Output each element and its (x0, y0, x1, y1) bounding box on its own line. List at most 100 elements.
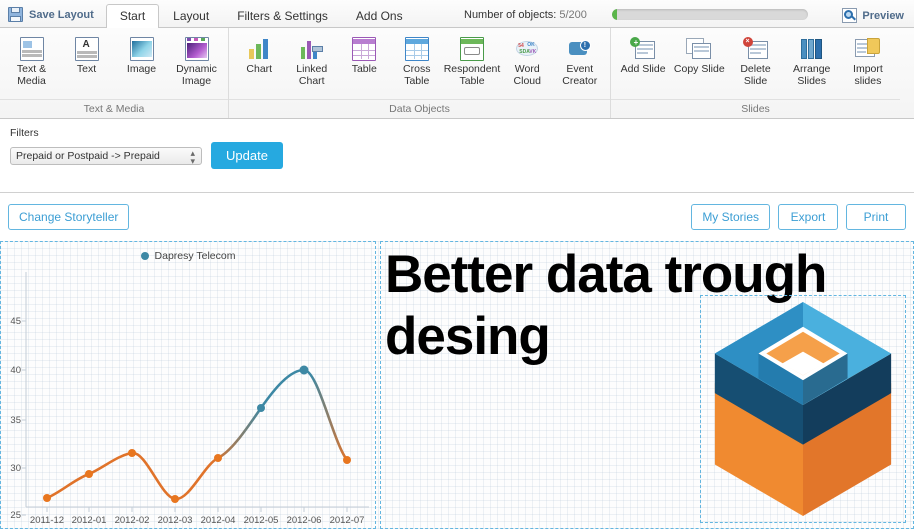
ribbon-item-label: Dynamic Image (176, 63, 217, 87)
ribbon-item-label: Text (76, 63, 97, 75)
chart-object[interactable]: Dapresy Telecom 25 30 35 40 45 2011-12 2… (0, 241, 376, 529)
svg-text:2012-02: 2012-02 (115, 515, 150, 526)
copy-slide-icon (686, 37, 712, 61)
arrange-slides-icon (799, 37, 825, 61)
ribbon-item-label: Delete Slide (740, 63, 771, 87)
ribbon-item-label: Text & Media (16, 63, 47, 87)
bar-chart-icon (246, 37, 272, 61)
ribbon-item-arrange-slides[interactable]: Arrange Slides (784, 34, 840, 90)
stepper-arrows-icon: ▴ ▾ (190, 147, 195, 165)
image-object[interactable] (700, 295, 906, 523)
tab-add-ons[interactable]: Add Ons (342, 4, 417, 28)
ribbon-group-label: Slides (611, 99, 900, 118)
svg-text:40: 40 (10, 365, 21, 376)
word-cloud-icon: 54 OK SDA VK (514, 37, 540, 61)
svg-text:35: 35 (10, 415, 21, 426)
update-button[interactable]: Update (211, 142, 283, 169)
object-count-label: Number of objects: (464, 9, 560, 21)
svg-text:45: 45 (10, 316, 21, 327)
ribbon-item-text[interactable]: A Text (59, 34, 114, 79)
ribbon-item-cross-table[interactable]: Cross Table (391, 34, 444, 90)
isometric-cube-logo (714, 302, 892, 516)
ribbon-group-text-media: Text & Media A Text Image Dynamic Image … (0, 28, 228, 118)
ribbon-item-label: Add Slide (620, 63, 666, 75)
ribbon-item-delete-slide[interactable]: × Delete Slide (727, 34, 783, 90)
svg-text:2012-06: 2012-06 (287, 515, 322, 526)
tab-layout[interactable]: Layout (159, 4, 223, 28)
ribbon-item-label: Image (126, 63, 157, 75)
import-slides-icon (854, 37, 881, 61)
print-button[interactable]: Print (846, 204, 906, 230)
table-icon (351, 37, 377, 61)
svg-text:2012-03: 2012-03 (158, 515, 193, 526)
export-button[interactable]: Export (778, 204, 838, 230)
text-icon: A (74, 37, 100, 61)
change-storyteller-button[interactable]: Change Storyteller (8, 204, 130, 230)
ribbon-group-slides: + Add Slide Copy Slide × Delete Slide Ar… (610, 28, 900, 118)
storybar-actions: My Stories Export Print (691, 204, 906, 230)
ribbon-item-linked-chart[interactable]: Linked Chart (286, 34, 339, 90)
cross-table-icon (404, 37, 430, 61)
ribbon-item-copy-slide[interactable]: Copy Slide (671, 34, 727, 79)
filter-select[interactable]: Prepaid or Postpaid -> Prepaid ▴ ▾ (10, 146, 202, 165)
dynamic-image-icon (184, 37, 210, 61)
filter-select-value: Prepaid or Postpaid -> Prepaid (16, 149, 160, 162)
svg-text:2012-04: 2012-04 (201, 515, 236, 526)
respondent-table-icon (459, 37, 485, 61)
save-layout-label: Save Layout (29, 8, 94, 21)
object-count-value: 5/200 (559, 9, 587, 21)
svg-text:2011-12: 2011-12 (30, 515, 64, 526)
ribbon-item-event-creator[interactable]: ! Event Creator (554, 34, 607, 90)
ribbon-item-label: Arrange Slides (793, 63, 831, 87)
top-bar: Save Layout Start Layout Filters & Setti… (0, 0, 914, 28)
preview-button[interactable]: Preview (842, 8, 904, 23)
ribbon-item-image[interactable]: Image (114, 34, 169, 79)
ribbon-item-label: Cross Table (403, 63, 431, 87)
ribbon-group-label: Data Objects (229, 99, 610, 118)
ribbon-group-label: Text & Media (0, 99, 228, 118)
ribbon-item-import-slides[interactable]: Import slides (840, 34, 896, 90)
ribbon-toolbar: Text & Media A Text Image Dynamic Image … (0, 28, 914, 119)
floppy-disk-icon (8, 7, 23, 22)
filters-label: Filters (10, 127, 39, 139)
ribbon-item-label: Import slides (853, 63, 883, 87)
ribbon-group-data-objects: Chart Linked Chart Table Cross Table Res… (228, 28, 610, 118)
save-layout-button[interactable]: Save Layout (0, 7, 106, 27)
ribbon-item-dynamic-image[interactable]: Dynamic Image (169, 34, 224, 90)
filter-bar: Filters Prepaid or Postpaid -> Prepaid ▴… (0, 119, 914, 193)
progress-fill (612, 9, 617, 20)
my-stories-button[interactable]: My Stories (691, 204, 770, 230)
delete-slide-icon: × (742, 37, 769, 61)
text-media-icon (19, 37, 45, 61)
ribbon-item-label: Chart (246, 63, 273, 75)
object-count: Number of objects: 5/200 (464, 9, 587, 21)
tab-filters-settings[interactable]: Filters & Settings (223, 4, 342, 28)
preview-label: Preview (862, 9, 904, 22)
ribbon-item-label: Respondent Table (443, 63, 501, 87)
svg-text:2012-07: 2012-07 (330, 515, 365, 526)
ribbon-item-chart[interactable]: Chart (233, 34, 286, 79)
ribbon-item-label: Copy Slide (673, 63, 725, 75)
ribbon-item-text-and-media[interactable]: Text & Media (4, 34, 59, 90)
ribbon-item-word-cloud[interactable]: 54 OK SDA VK Word Cloud (501, 34, 554, 90)
ribbon-item-label: Word Cloud (513, 63, 541, 87)
line-chart-svg: 25 30 35 40 45 2011-12 2012-01 2012-02 2… (10, 272, 369, 526)
add-slide-icon: + (630, 37, 656, 61)
magnifier-page-icon (842, 8, 858, 23)
tab-start[interactable]: Start (105, 4, 160, 28)
ribbon-item-respondent-table[interactable]: Respondent Table (443, 34, 501, 90)
object-count-progress-bar (612, 9, 808, 20)
main-tabs: Start Layout Filters & Settings Add Ons (105, 3, 417, 28)
svg-text:30: 30 (10, 463, 21, 474)
image-icon (129, 37, 155, 61)
slide-canvas[interactable]: Dapresy Telecom 25 30 35 40 45 2011-12 2… (0, 241, 914, 529)
ribbon-item-label: Event Creator (562, 63, 598, 87)
ribbon-item-label: Table (351, 63, 377, 75)
ribbon-item-table[interactable]: Table (338, 34, 391, 79)
ribbon-empty-space (900, 28, 914, 118)
linked-chart-icon (299, 37, 325, 61)
svg-text:25: 25 (10, 510, 21, 521)
svg-text:2012-01: 2012-01 (72, 515, 107, 526)
event-creator-icon: ! (567, 37, 593, 61)
ribbon-item-add-slide[interactable]: + Add Slide (615, 34, 671, 79)
